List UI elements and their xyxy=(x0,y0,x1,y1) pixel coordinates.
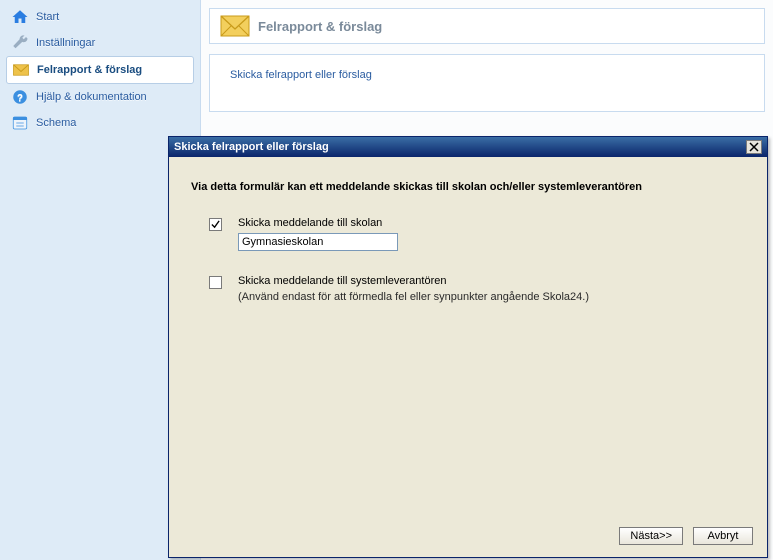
form-row-skolan: Skicka meddelande till skolan xyxy=(209,217,745,251)
label-skolan: Skicka meddelande till skolan xyxy=(238,217,745,229)
dialog-buttons: Nästa>> Avbryt xyxy=(169,517,767,557)
sidebar-item-label: Inställningar xyxy=(36,37,95,49)
panel-header-box: Felrapport & förslag xyxy=(209,8,765,44)
cancel-button[interactable]: Avbryt xyxy=(693,527,753,545)
envelope-icon xyxy=(11,60,31,80)
dialog-title-text: Skicka felrapport eller förslag xyxy=(174,141,329,153)
sidebar-item-help[interactable]: ? Hjälp & dokumentation xyxy=(6,84,194,110)
row-content-leverantor: Skicka meddelande till systemleverantöre… xyxy=(238,275,745,303)
home-icon xyxy=(10,7,30,27)
checkbox-skolan[interactable] xyxy=(209,218,222,231)
input-school-name[interactable] xyxy=(238,233,398,251)
sidebar-item-label: Felrapport & förslag xyxy=(37,64,142,76)
close-icon xyxy=(749,142,759,152)
dialog-body: Via detta formulär kan ett meddelande sk… xyxy=(169,157,767,517)
calendar-icon xyxy=(10,113,30,133)
wrench-icon xyxy=(10,33,30,53)
sidebar-item-settings[interactable]: Inställningar xyxy=(6,30,194,56)
help-icon: ? xyxy=(10,87,30,107)
checkbox-leverantor[interactable] xyxy=(209,276,222,289)
panel-body: Skicka felrapport eller förslag xyxy=(209,54,765,112)
sidebar-item-start[interactable]: Start xyxy=(6,4,194,30)
dialog-felrapport: Skicka felrapport eller förslag Via dett… xyxy=(168,136,768,558)
note-leverantor: (Använd endast för att förmedla fel elle… xyxy=(238,291,589,303)
panel-title: Felrapport & förslag xyxy=(258,19,382,34)
close-button[interactable] xyxy=(746,140,762,154)
sidebar-item-felrapport[interactable]: Felrapport & förslag xyxy=(6,56,194,84)
form-row-leverantor: Skicka meddelande till systemleverantöre… xyxy=(209,275,745,303)
sidebar-item-label: Hjälp & dokumentation xyxy=(36,91,147,103)
svg-text:?: ? xyxy=(17,93,23,104)
label-leverantor: Skicka meddelande till systemleverantöre… xyxy=(238,275,745,287)
sidebar-item-label: Schema xyxy=(36,117,76,129)
envelope-icon xyxy=(220,15,250,37)
panel-body-text[interactable]: Skicka felrapport eller förslag xyxy=(222,65,752,85)
panel-header: Felrapport & förslag xyxy=(220,15,754,37)
dialog-heading: Via detta formulär kan ett meddelande sk… xyxy=(191,181,745,193)
sidebar-item-schema[interactable]: Schema xyxy=(6,110,194,136)
row-content-skolan: Skicka meddelande till skolan xyxy=(238,217,745,251)
next-button[interactable]: Nästa>> xyxy=(619,527,683,545)
sidebar-item-label: Start xyxy=(36,11,59,23)
dialog-titlebar: Skicka felrapport eller förslag xyxy=(169,137,767,157)
